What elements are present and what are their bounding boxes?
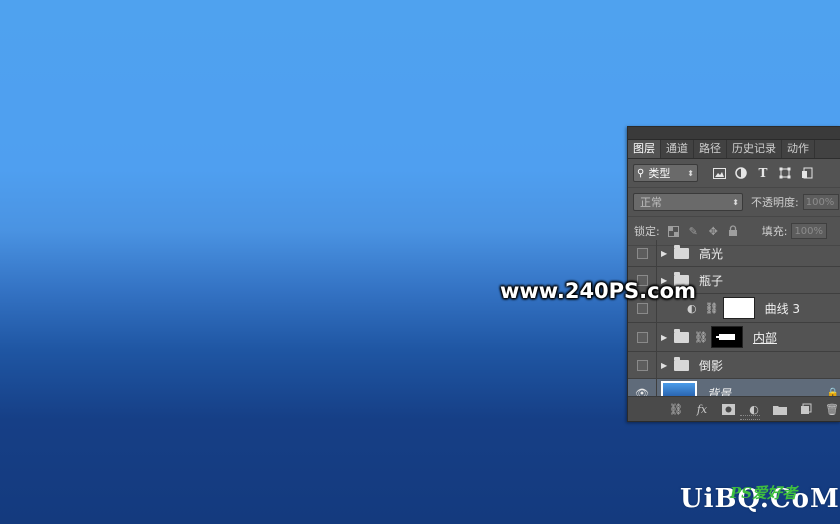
- layer-name: 内部: [752, 330, 777, 345]
- tab-channels[interactable]: 通道: [661, 140, 694, 158]
- visibility-box-icon: [636, 331, 648, 343]
- fx-icon[interactable]: fx: [694, 401, 710, 417]
- lock-transparent-icon[interactable]: [667, 225, 680, 238]
- layers-panel: 图层 通道 路径 历史记录 动作 ⚲ 类型 ⬍ T 正常 ⬍ 不透明度: 100…: [627, 126, 840, 422]
- visibility-toggle[interactable]: [628, 352, 657, 378]
- shape-filter-icon[interactable]: [778, 166, 792, 180]
- layer-row[interactable]: ▶ 高光: [628, 240, 840, 267]
- opacity-input[interactable]: 100%: [802, 194, 839, 210]
- panel-title-bar[interactable]: [628, 127, 840, 140]
- smart-object-filter-icon[interactable]: [800, 166, 814, 180]
- tab-layers[interactable]: 图层: [628, 140, 661, 158]
- layer-mask-thumbnail[interactable]: [722, 297, 755, 319]
- link-layers-icon[interactable]: ⛓: [668, 401, 684, 417]
- lock-brush-icon[interactable]: ✎: [687, 225, 700, 238]
- updown-arrow-icon: ⬍: [687, 168, 694, 178]
- link-chain-icon[interactable]: ⛓: [705, 302, 719, 315]
- fill-label: 填充:: [761, 225, 788, 238]
- layer-list: ▶ 高光 ▶ 瓶子 ◐ ⛓ 曲线 3 ▶ ⛓ 内部 ▶ 倒影 👁 背景 🔒: [628, 240, 840, 408]
- filter-kind-select[interactable]: ⚲ 类型 ⬍: [633, 164, 698, 182]
- layer-name: 瓶子: [699, 273, 724, 288]
- filter-row: ⚲ 类型 ⬍ T: [628, 159, 840, 188]
- panel-bottom-toolbar: ⛓ fx ◐ 🗑: [628, 396, 840, 421]
- lock-all-icon[interactable]: [727, 225, 740, 238]
- expand-arrow-icon[interactable]: ▶: [661, 249, 671, 258]
- new-layer-icon[interactable]: [798, 401, 814, 417]
- visibility-box-icon: [636, 302, 648, 314]
- folder-icon: [674, 356, 689, 371]
- filter-icons: T: [712, 166, 814, 180]
- visibility-toggle[interactable]: [628, 240, 657, 266]
- blend-row: 正常 ⬍ 不透明度: 100%: [628, 188, 840, 217]
- filter-kind-label: 类型: [648, 167, 671, 180]
- add-mask-icon[interactable]: [720, 401, 736, 417]
- fill-input[interactable]: 100%: [791, 223, 828, 239]
- blend-mode-label: 正常: [640, 196, 662, 209]
- expand-arrow-icon[interactable]: ▶: [661, 361, 671, 370]
- link-chain-icon[interactable]: ⛓: [694, 331, 708, 344]
- layer-name: 倒影: [699, 358, 724, 373]
- panel-tabs: 图层 通道 路径 历史记录 动作: [628, 140, 840, 159]
- layer-row[interactable]: ▶ ⛓ 内部: [628, 323, 840, 352]
- resize-grip[interactable]: [740, 415, 760, 420]
- adjustment-filter-icon[interactable]: [734, 166, 748, 180]
- opacity-label: 不透明度:: [751, 196, 799, 209]
- layer-name: 曲线 3: [764, 301, 801, 316]
- adjustment-icon: ◐: [687, 301, 697, 315]
- folder-icon: [674, 244, 689, 259]
- layer-mask-thumbnail[interactable]: [710, 326, 743, 348]
- type-filter-icon[interactable]: T: [756, 166, 770, 180]
- visibility-box-icon: [636, 247, 648, 259]
- delete-layer-icon[interactable]: 🗑: [824, 401, 840, 417]
- layer-name: 高光: [699, 246, 724, 261]
- tab-history[interactable]: 历史记录: [727, 140, 782, 158]
- visibility-box-icon: [636, 359, 648, 371]
- lock-move-icon[interactable]: ✥: [707, 225, 720, 238]
- tab-paths[interactable]: 路径: [694, 140, 727, 158]
- visibility-toggle[interactable]: [628, 323, 657, 351]
- new-group-icon[interactable]: [772, 401, 788, 417]
- pixel-filter-icon[interactable]: [712, 166, 726, 180]
- blend-mode-select[interactable]: 正常 ⬍: [633, 193, 743, 211]
- updown-arrow-icon: ⬍: [732, 197, 739, 207]
- layer-row[interactable]: ▶ 倒影: [628, 352, 840, 379]
- lock-icons: ✎ ✥: [667, 225, 740, 238]
- site-watermark: www.240PS.com: [500, 279, 696, 303]
- ps-logo: PS爱好者: [730, 484, 798, 502]
- folder-icon: [674, 328, 689, 343]
- tab-actions[interactable]: 动作: [782, 140, 815, 158]
- expand-arrow-icon[interactable]: ▶: [661, 333, 671, 342]
- lock-label: 锁定:: [634, 225, 660, 238]
- search-icon: ⚲: [637, 167, 645, 179]
